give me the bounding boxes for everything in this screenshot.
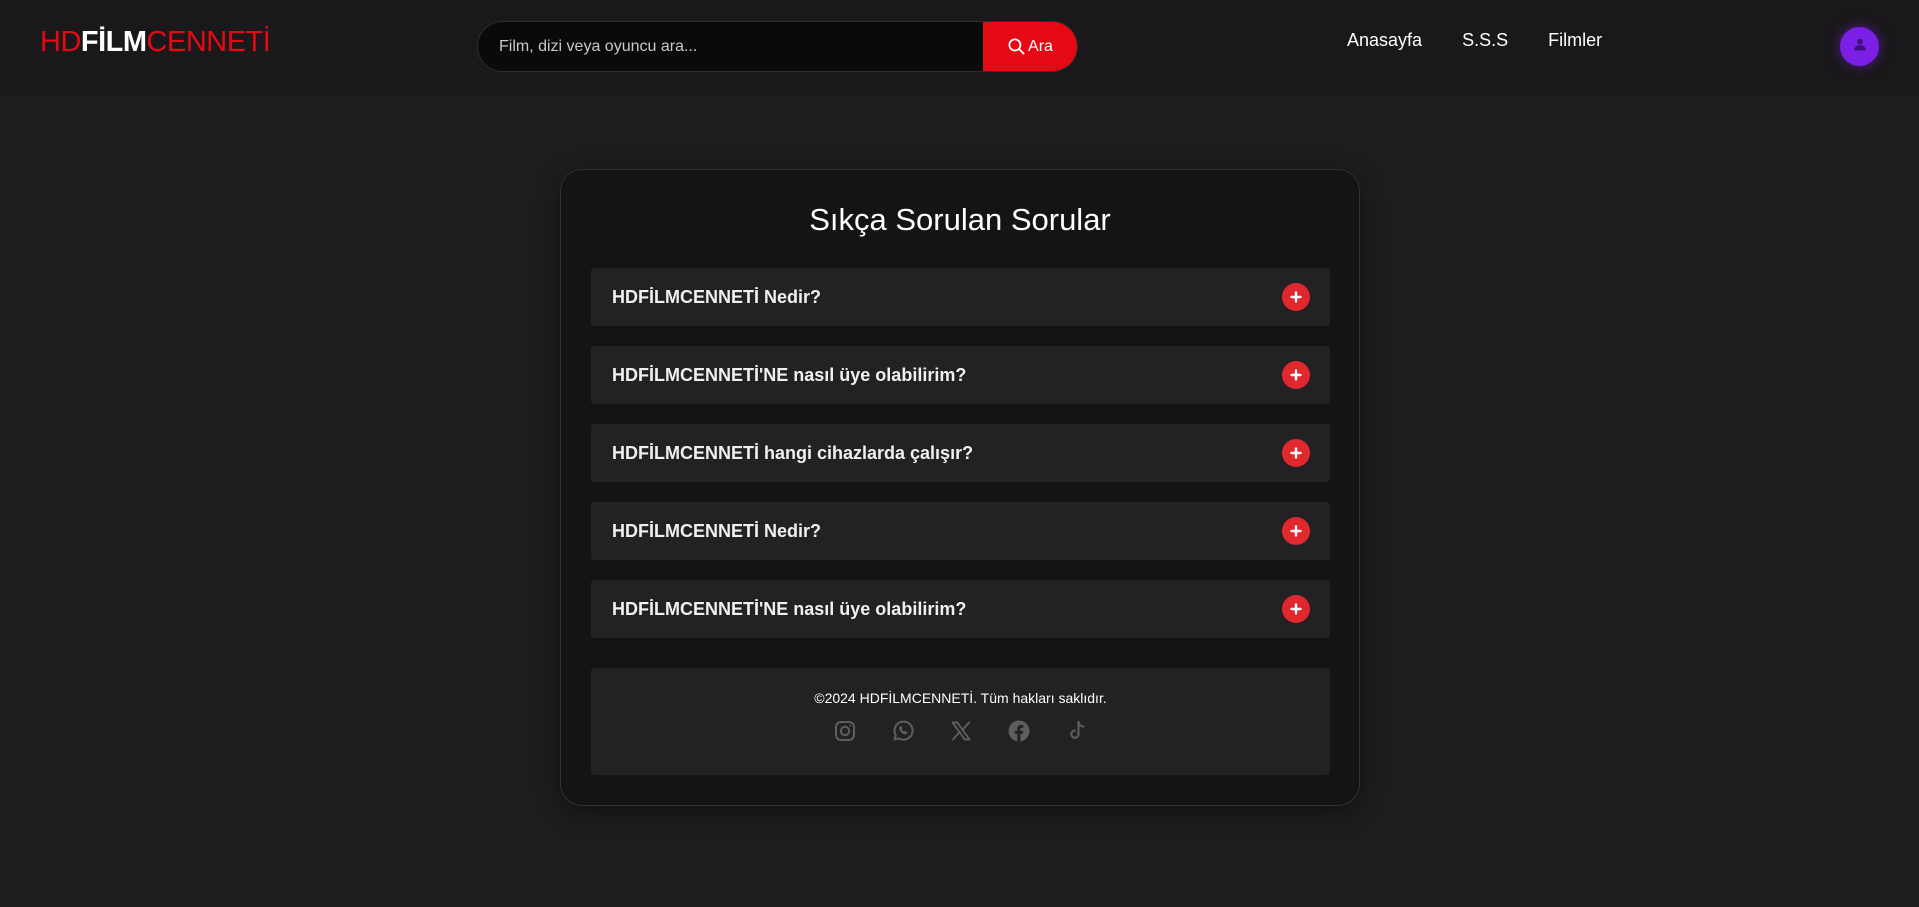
faq-question: HDFİLMCENNETİ'NE nasıl üye olabilirim? <box>612 364 967 385</box>
faq-question: HDFİLMCENNETİ Nedir? <box>612 286 821 307</box>
faq-item[interactable]: HDFİLMCENNETİ hangi cihazlarda çalışır? <box>591 424 1330 482</box>
tiktok-icon[interactable] <box>1065 719 1089 743</box>
site-logo[interactable]: HD FİLM CENNETİ <box>40 25 271 58</box>
nav-link-anasayfa[interactable]: Anasayfa <box>1347 28 1422 52</box>
plus-circle-icon[interactable] <box>1282 283 1310 311</box>
page-title: Sıkça Sorulan Sorular <box>809 202 1111 237</box>
faq-item[interactable]: HDFİLMCENNETİ Nedir? <box>591 502 1330 560</box>
faq-item[interactable]: HDFİLMCENNETİ Nedir? <box>591 268 1330 326</box>
card-footer: ©2024 HDFİLMCENNETİ. Tüm hakları saklıdı… <box>591 668 1330 775</box>
nav-link-filmler[interactable]: Filmler <box>1548 28 1602 52</box>
plus-circle-icon[interactable] <box>1282 361 1310 389</box>
search-button[interactable]: Ara <box>983 22 1077 71</box>
instagram-icon[interactable] <box>833 719 857 743</box>
main-nav: Anasayfa S.S.S Filmler <box>1347 28 1602 52</box>
faq-item[interactable]: HDFİLMCENNETİ'NE nasıl üye olabilirim? <box>591 580 1330 638</box>
faq-question: HDFİLMCENNETİ hangi cihazlarda çalışır? <box>612 442 974 463</box>
nav-link-sss[interactable]: S.S.S <box>1462 28 1508 52</box>
search-icon <box>1007 37 1026 56</box>
search-button-label: Ara <box>1028 37 1053 55</box>
plus-circle-icon[interactable] <box>1282 595 1310 623</box>
copyright-text: ©2024 HDFİLMCENNETİ. Tüm hakları saklıdı… <box>814 690 1107 706</box>
search-input[interactable] <box>478 22 983 71</box>
faq-question: HDFİLMCENNETİ'NE nasıl üye olabilirim? <box>612 598 967 619</box>
logo-cenneti-text: CENNETİ <box>146 25 271 58</box>
faq-question: HDFİLMCENNETİ Nedir? <box>612 520 821 541</box>
user-icon <box>1853 37 1867 56</box>
social-links <box>591 719 1330 743</box>
whatsapp-icon[interactable] <box>891 719 915 743</box>
site-header: HD FİLM CENNETİ Ara Anasayfa S.S.S Filml… <box>0 0 1919 96</box>
facebook-icon[interactable] <box>1007 719 1031 743</box>
plus-circle-icon[interactable] <box>1282 439 1310 467</box>
logo-hd-text: HD <box>40 25 81 58</box>
faq-item[interactable]: HDFİLMCENNETİ'NE nasıl üye olabilirim? <box>591 346 1330 404</box>
plus-circle-icon[interactable] <box>1282 517 1310 545</box>
logo-film-text: FİLM <box>80 25 147 58</box>
search-bar: Ara <box>477 21 1078 72</box>
x-twitter-icon[interactable] <box>949 719 973 743</box>
faq-card: Sıkça Sorulan Sorular HDFİLMCENNETİ Nedi… <box>560 169 1360 806</box>
user-avatar-button[interactable] <box>1840 27 1879 66</box>
